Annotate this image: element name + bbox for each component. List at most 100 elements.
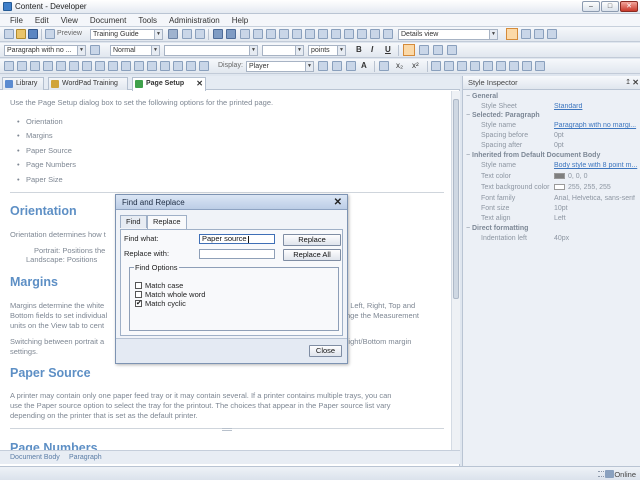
- variable-icon[interactable]: [383, 29, 393, 39]
- style-sheet-link[interactable]: Standard: [554, 103, 638, 110]
- breadcrumb-document-body[interactable]: Document Body: [10, 454, 60, 461]
- resize-grip[interactable]: [222, 428, 232, 431]
- page-break-icon[interactable]: [522, 61, 532, 71]
- column-insert-icon[interactable]: [30, 61, 40, 71]
- font-family-select[interactable]: ▼: [164, 45, 258, 56]
- cut-icon[interactable]: [240, 29, 250, 39]
- section-selected[interactable]: Selected: Paragraph: [466, 112, 540, 119]
- tab-wordpad-training[interactable]: WordPad Training: [48, 77, 128, 90]
- spell-check-icon[interactable]: [279, 29, 289, 39]
- copy-icon[interactable]: [182, 29, 192, 39]
- delete-row-icon[interactable]: [69, 61, 79, 71]
- insert-table-icon[interactable]: [292, 29, 302, 39]
- style-name-link[interactable]: Paragraph with no margi...: [554, 122, 638, 129]
- properties-icon[interactable]: [168, 29, 178, 39]
- split-cells-icon[interactable]: [56, 61, 66, 71]
- strikethrough-icon[interactable]: [379, 61, 389, 71]
- font-size-select[interactable]: ▼: [262, 45, 304, 56]
- quote-icon[interactable]: [483, 61, 493, 71]
- view-select[interactable]: Details view ▼: [398, 29, 498, 40]
- condition-icon[interactable]: [332, 61, 342, 71]
- breadcrumb-paragraph[interactable]: Paragraph: [69, 454, 102, 461]
- menu-view[interactable]: View: [55, 14, 84, 26]
- close-icon[interactable]: ✕: [632, 76, 639, 89]
- display-select[interactable]: Player ▼: [246, 61, 314, 72]
- show-formatting-icon[interactable]: [521, 29, 531, 39]
- comment-icon[interactable]: [357, 29, 367, 39]
- pin-icon[interactable]: ↥: [625, 76, 631, 89]
- new-icon[interactable]: [4, 29, 14, 39]
- merge-cells-icon[interactable]: [43, 61, 53, 71]
- indent-icon[interactable]: [186, 61, 196, 71]
- menu-edit[interactable]: Edit: [29, 14, 55, 26]
- menu-file[interactable]: File: [4, 14, 29, 26]
- underline-button[interactable]: U: [385, 45, 391, 55]
- align-center-icon[interactable]: [419, 45, 429, 55]
- menu-document[interactable]: Document: [84, 14, 132, 26]
- align-left-button[interactable]: [403, 44, 415, 56]
- delete-column-icon[interactable]: [82, 61, 92, 71]
- menu-tools[interactable]: Tools: [132, 14, 163, 26]
- highlight-icon[interactable]: [431, 61, 441, 71]
- horizontal-rule-icon[interactable]: [509, 61, 519, 71]
- table-properties-icon[interactable]: [108, 61, 118, 71]
- subscript-button[interactable]: x₂: [396, 61, 403, 71]
- section-direct[interactable]: Direct formatting: [466, 225, 528, 232]
- save-icon[interactable]: [28, 29, 38, 39]
- show-grid-icon[interactable]: [547, 29, 557, 39]
- menu-help[interactable]: Help: [226, 14, 254, 26]
- font-color-button[interactable]: A: [361, 61, 367, 71]
- show-tags-icon[interactable]: [534, 29, 544, 39]
- dialog-title-bar[interactable]: Find and Replace ✕: [116, 195, 347, 210]
- shading-icon[interactable]: [134, 61, 144, 71]
- outdent-icon[interactable]: [199, 61, 209, 71]
- preview-button[interactable]: Preview: [57, 30, 82, 37]
- match-cyclic-checkbox[interactable]: ✔: [135, 300, 142, 307]
- insert-image-icon[interactable]: [305, 29, 315, 39]
- menu-administration[interactable]: Administration: [163, 14, 226, 26]
- text-box-icon[interactable]: [147, 61, 157, 71]
- match-case-checkbox[interactable]: [135, 282, 142, 289]
- insert-link-icon[interactable]: [318, 29, 328, 39]
- replace-button[interactable]: Replace: [283, 234, 341, 246]
- paste-icon[interactable]: [195, 29, 205, 39]
- media-icon[interactable]: [370, 29, 380, 39]
- scrollbar-thumb[interactable]: [453, 99, 459, 299]
- bookmark-icon[interactable]: [331, 29, 341, 39]
- tab-find[interactable]: Find: [120, 215, 147, 228]
- clear-format-icon[interactable]: [346, 61, 356, 71]
- section-inherited[interactable]: Inherited from Default Document Body: [466, 152, 600, 159]
- print-icon[interactable]: [45, 29, 55, 39]
- maximize-button[interactable]: □: [601, 1, 619, 12]
- match-whole-word-checkbox[interactable]: [135, 291, 142, 298]
- tab-page-setup[interactable]: Page Setup ✕: [132, 77, 206, 91]
- justify-icon[interactable]: [447, 45, 457, 55]
- list-icon[interactable]: [160, 61, 170, 71]
- text-direction-icon[interactable]: [457, 61, 467, 71]
- replace-with-input[interactable]: [199, 249, 275, 259]
- find-icon[interactable]: [253, 29, 263, 39]
- symbol-icon[interactable]: [344, 29, 354, 39]
- numbered-list-icon[interactable]: [173, 61, 183, 71]
- undo-icon[interactable]: [213, 29, 223, 39]
- minimize-button[interactable]: –: [582, 1, 600, 12]
- bold-button[interactable]: B: [356, 45, 362, 55]
- superscript-button[interactable]: x²: [412, 61, 419, 71]
- special-char-icon[interactable]: [535, 61, 545, 71]
- cell-properties-icon[interactable]: [95, 61, 105, 71]
- character-style-select[interactable]: Normal ▼: [110, 45, 160, 56]
- open-icon[interactable]: [16, 29, 26, 39]
- paragraph-style-select[interactable]: Paragraph with no ... ▼: [4, 45, 86, 56]
- vertical-scrollbar[interactable]: [451, 91, 460, 451]
- layout-view-toggle[interactable]: [506, 28, 518, 40]
- tab-replace[interactable]: Replace: [147, 215, 187, 229]
- close-button[interactable]: Close: [309, 345, 342, 357]
- template-select[interactable]: Training Guide ▼: [90, 29, 163, 40]
- align-right-icon[interactable]: [433, 45, 443, 55]
- code-icon[interactable]: [496, 61, 506, 71]
- inherited-style-link[interactable]: Body style with 8 point m...: [554, 162, 638, 169]
- replace-icon[interactable]: [266, 29, 276, 39]
- close-tab-icon[interactable]: ✕: [196, 78, 203, 89]
- paragraph-icon[interactable]: [470, 61, 480, 71]
- table-icon[interactable]: [4, 61, 14, 71]
